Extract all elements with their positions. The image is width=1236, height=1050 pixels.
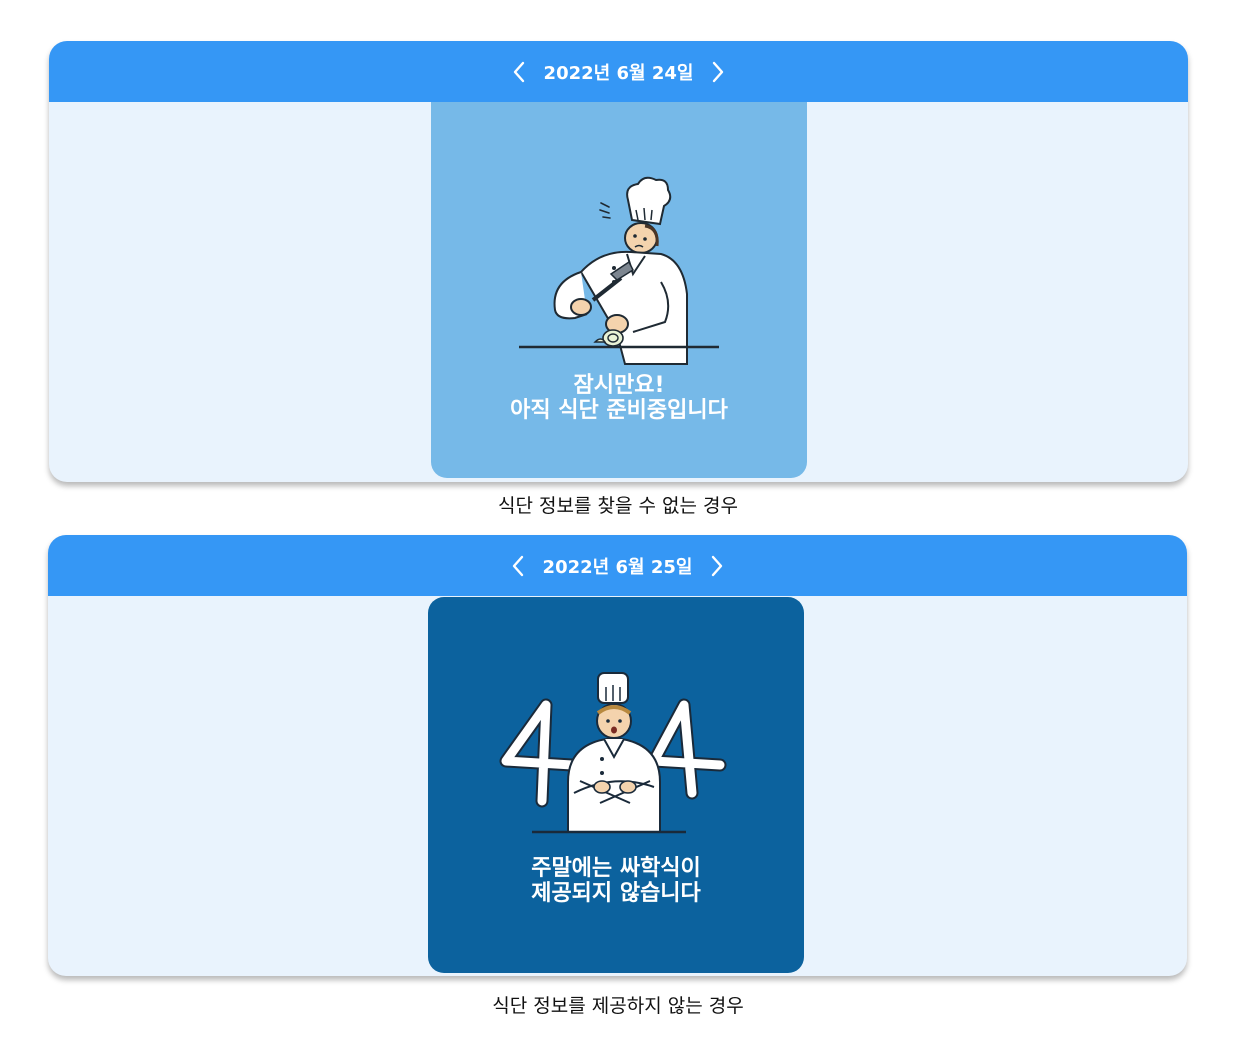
date-label: 2022년 6월 24일 xyxy=(543,62,694,84)
chevron-right-icon xyxy=(712,555,723,576)
not-ready-message: 잠시만요! 아직 식단 준비중입니다 xyxy=(431,373,807,423)
message-line-2: 제공되지 않습니다 xyxy=(531,881,701,906)
date-header: 2022년 6월 24일 xyxy=(49,41,1188,102)
date-header: 2022년 6월 25일 xyxy=(48,535,1187,596)
prev-day-button[interactable] xyxy=(506,57,532,87)
weekend-message: 주말에는 싸학식이 제공되지 않습니다 xyxy=(428,856,804,906)
message-line-2: 아직 식단 준비중입니다 xyxy=(510,398,728,423)
meal-card-jun-24: 2022년 6월 24일 잠시만요! 아직 식단 준비중입니다 xyxy=(49,41,1188,482)
caption-not-found: 식단 정보를 찾을 수 없는 경우 xyxy=(498,495,738,517)
caption-not-provided: 식단 정보를 제공하지 않는 경우 xyxy=(492,995,744,1017)
prev-day-button[interactable] xyxy=(505,551,531,581)
meal-not-ready-illustration: 잠시만요! 아직 식단 준비중입니다 xyxy=(431,102,807,478)
chef-404-icon xyxy=(499,672,727,834)
chevron-left-icon xyxy=(512,555,523,576)
message-line-1: 주말에는 싸학식이 xyxy=(531,856,701,881)
message-line-1: 잠시만요! xyxy=(573,373,665,398)
chevron-left-icon xyxy=(513,61,524,82)
next-day-button[interactable] xyxy=(705,57,731,87)
next-day-button[interactable] xyxy=(704,551,730,581)
weekend-closed-illustration: 주말에는 싸학식이 제공되지 않습니다 xyxy=(428,597,804,973)
meal-card-jun-25: 2022년 6월 25일 주말에는 싸학식이 제공되지 않습니다 xyxy=(48,535,1187,976)
date-label: 2022년 6월 25일 xyxy=(542,556,693,578)
chevron-right-icon xyxy=(713,61,724,82)
